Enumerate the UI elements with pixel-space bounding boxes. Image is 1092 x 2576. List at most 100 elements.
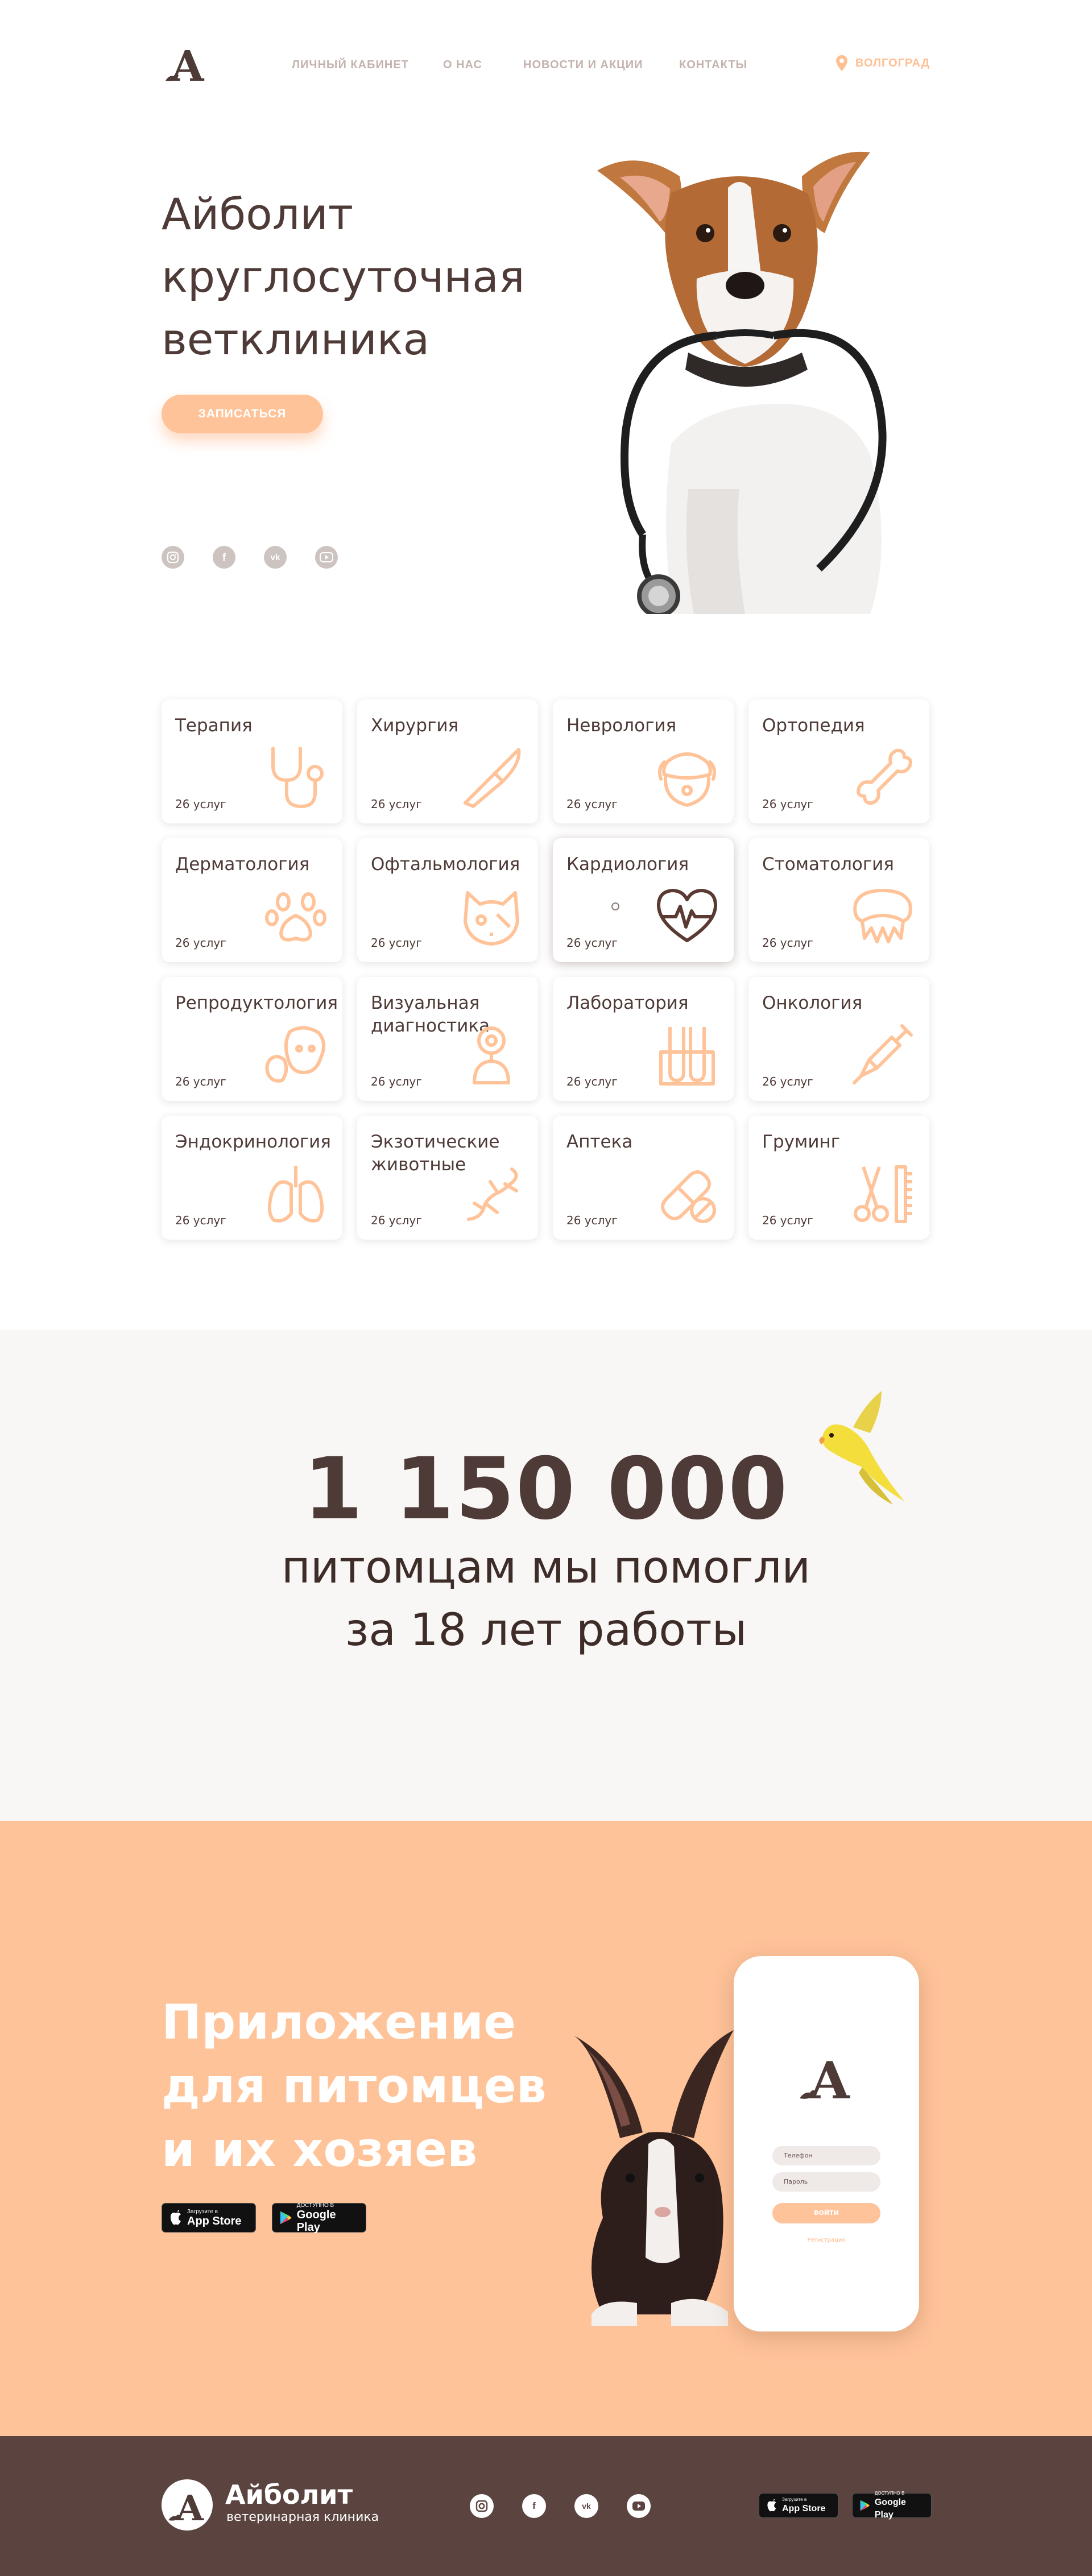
service-name: Хирургия (371, 715, 459, 736)
app-title-line: Приложение (162, 1994, 516, 2050)
appstore-large: App Store (782, 2503, 826, 2513)
apple-icon (170, 2210, 181, 2225)
footer-appstore-button[interactable]: Загрузите в App Store (759, 2493, 838, 2518)
phone-mockup: A Телефон Пароль ВОЙТИ Регистрация (734, 1956, 919, 2331)
service-card[interactable]: Лаборатория 26 услуг (553, 977, 734, 1101)
parrot-image (819, 1391, 904, 1505)
vk-icon[interactable]: vk (574, 2494, 598, 2518)
password-field[interactable]: Пароль (772, 2172, 880, 2192)
service-name: Онкология (762, 993, 863, 1013)
test-tubes-icon (659, 1027, 715, 1086)
city-label: ВОЛГОГРАД (855, 56, 930, 69)
service-count: 26 услуг (175, 1075, 226, 1088)
youtube-icon[interactable] (627, 2494, 651, 2518)
pills-icon (661, 1170, 716, 1223)
service-card[interactable]: Стоматология 26 услуг (748, 838, 929, 962)
city-selector[interactable]: ВОЛГОГРАД (836, 55, 930, 71)
facebook-icon[interactable]: f (213, 546, 235, 569)
service-name: Дерматология (175, 854, 310, 875)
youtube-icon[interactable] (315, 546, 338, 569)
instagram-icon[interactable] (162, 546, 184, 569)
googleplay-small: ДОСТУПНО В (296, 2202, 334, 2209)
service-card[interactable]: Дерматология 26 услуг (162, 838, 342, 962)
service-card[interactable]: Эндокринология 26 услуг (162, 1116, 342, 1240)
service-count: 26 услуг (371, 1214, 422, 1227)
apple-icon (767, 2499, 776, 2512)
service-card[interactable]: Онкология 26 услуг (748, 977, 929, 1101)
app-title-line: для питомцев (162, 2058, 547, 2114)
service-card[interactable]: Кардиология 26 услуг (553, 838, 734, 962)
service-name: Аптека (566, 1132, 633, 1152)
service-card[interactable]: Офтальмология 26 услуг (357, 838, 538, 962)
stats-number: 1 150 000 (303, 1440, 789, 1539)
nav-news[interactable]: НОВОСТИ И АКЦИИ (523, 59, 643, 72)
cat-eye-icon (464, 891, 519, 946)
service-name: Неврология (566, 715, 677, 736)
stats-line-2: за 18 лет работы (345, 1605, 747, 1656)
service-card[interactable]: Экзотические животные 26 услуг (357, 1116, 538, 1240)
service-count: 26 услуг (762, 1075, 813, 1088)
facebook-icon[interactable]: f (522, 2494, 546, 2518)
service-count: 26 услуг (566, 797, 618, 811)
service-name: Терапия (175, 715, 253, 736)
location-pin-icon (836, 55, 847, 71)
lizard-icon (467, 1167, 518, 1221)
appstore-button[interactable]: Загрузите в App Store (162, 2203, 256, 2233)
service-name: Репродуктология (175, 993, 338, 1013)
service-count: 26 услуг (371, 1075, 422, 1088)
dog-brain-icon (658, 752, 716, 807)
service-card[interactable]: Репродуктология 26 услуг (162, 977, 342, 1101)
register-link[interactable]: Регистрация (734, 2237, 919, 2243)
service-card[interactable]: Ортопедия 26 услуг (748, 699, 929, 823)
hero-title: Айболит круглосуточная ветклиника (162, 183, 560, 371)
service-card[interactable]: Аптека 26 услуг (553, 1116, 734, 1240)
service-name: Офтальмология (371, 854, 520, 875)
googleplay-button[interactable]: ДОСТУПНО В Google Play (272, 2202, 366, 2234)
app-title: Приложение для питомцев и их хозяев (162, 1990, 547, 2181)
lungs-icon (267, 1166, 324, 1223)
puppies-icon (265, 1026, 326, 1083)
footer-logo-mark: A (168, 2487, 204, 2529)
googleplay-small: ДОСТУПНО В (874, 2490, 905, 2496)
scissors-comb-icon (854, 1165, 912, 1223)
nav-cabinet[interactable]: ЛИЧНЫЙ КАБИНЕТ (292, 59, 409, 72)
service-card[interactable]: Хирургия 26 услуг (357, 699, 538, 823)
service-card[interactable]: Груминг 26 услуг (748, 1116, 929, 1240)
hero-social-links: f vk (162, 546, 338, 569)
rabbit-image (574, 2030, 734, 2326)
service-card[interactable]: Неврология 26 услуг (553, 699, 734, 823)
footer-title: Айболит (225, 2479, 353, 2510)
service-count: 26 услуг (762, 797, 813, 811)
login-button[interactable]: ВОЙТИ (772, 2203, 880, 2223)
googleplay-large: Google Play (874, 2497, 906, 2520)
service-card[interactable]: Терапия 26 услуг (162, 699, 342, 823)
hero-title-line: ветклиника (162, 314, 430, 365)
service-card[interactable]: Визуальная диагностика 26 услуг (357, 977, 538, 1101)
service-name: Кардиология (566, 854, 689, 875)
service-name: Лаборатория (566, 993, 689, 1013)
service-count: 26 услуг (175, 936, 226, 950)
service-count: 26 услуг (371, 797, 422, 811)
googleplay-large: Google Play (296, 2208, 336, 2234)
signup-button[interactable]: ЗАПИСАТЬСЯ (162, 395, 323, 433)
vk-icon[interactable]: vk (264, 546, 287, 569)
svg-text:A: A (809, 2053, 850, 2104)
dog-with-stethoscope-image (597, 151, 887, 614)
service-count: 26 услуг (175, 1214, 226, 1227)
service-name: Эндокринология (175, 1132, 331, 1152)
service-count: 26 услуг (762, 936, 813, 950)
teeth-icon (853, 889, 912, 943)
footer-googleplay-button[interactable]: ДОСТУПНО В Google Play (852, 2490, 932, 2520)
microscope-icon (473, 1026, 510, 1084)
nav-about[interactable]: О НАС (443, 59, 482, 72)
instagram-icon[interactable] (470, 2494, 494, 2518)
phone-logo: A (800, 2053, 850, 2104)
nav-contacts[interactable]: КОНТАКТЫ (679, 59, 747, 72)
logo[interactable]: A (163, 45, 208, 85)
phone-field[interactable]: Телефон (772, 2146, 880, 2165)
bone-icon (857, 748, 912, 805)
footer-logo[interactable]: A (162, 2479, 213, 2531)
stethoscope-icon (271, 747, 324, 809)
hero-title-line: круглосуточная (162, 251, 525, 302)
app-title-line: и их хозяев (162, 2122, 478, 2177)
